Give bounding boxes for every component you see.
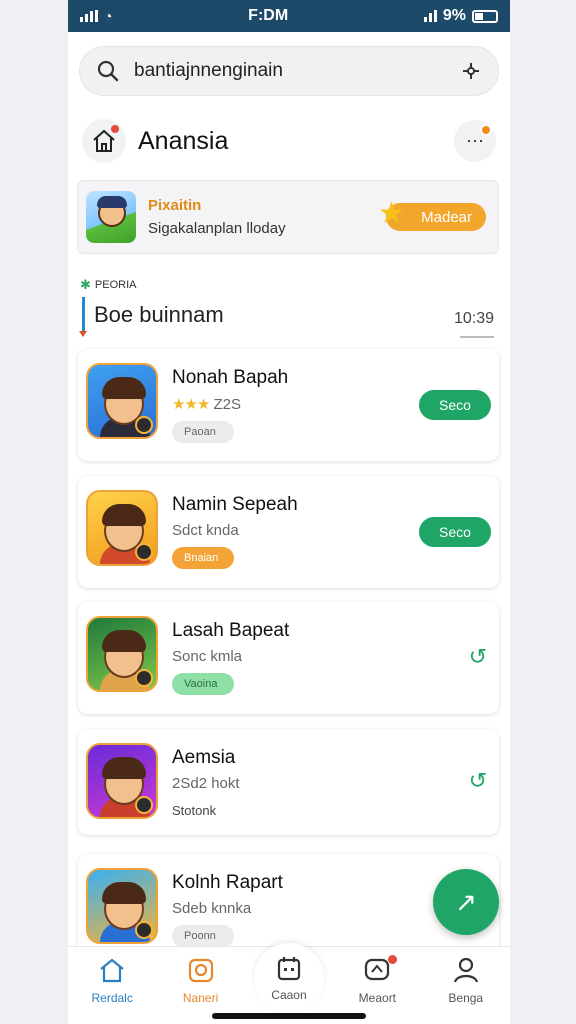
- app-icon: [86, 363, 158, 439]
- promo-banner[interactable]: Pixaitin Sigakalanplan lloday ★ Madear: [77, 180, 499, 254]
- search-icon: [97, 60, 119, 82]
- nav-label: Benga: [448, 991, 484, 1005]
- nav-label: Caaon: [271, 988, 307, 1002]
- voice-icon[interactable]: [460, 60, 482, 82]
- nav-item-home[interactable]: Rerdalc: [72, 947, 152, 1024]
- nav-label: Meaort: [358, 991, 397, 1005]
- section-time: 10:39: [453, 310, 494, 327]
- promo-button[interactable]: ★ Madear: [378, 199, 486, 231]
- app-subtitle-text: Sdct knda: [172, 522, 239, 539]
- app-info: Aemsia 2Sd2 hokt Stotonk: [172, 743, 491, 822]
- app-badge-icon: [135, 669, 153, 687]
- nav-label: Naneri: [182, 991, 219, 1005]
- signal-icon: [80, 10, 98, 22]
- app-card[interactable]: Lasah Bapeat Sonc kmla Vaoina ↺: [78, 602, 499, 714]
- edit-icon: ↗: [455, 886, 477, 917]
- character-hair: [102, 882, 146, 904]
- status-chip: Stotonk: [172, 803, 217, 818]
- app-name: Aemsia: [172, 747, 236, 768]
- page-title: Anansia: [138, 126, 229, 155]
- section-tag: ✱ PEORIA: [80, 277, 136, 293]
- app-card[interactable]: Namin Sepeah Sdct knda Bnaian Seco: [78, 476, 499, 588]
- open-icon[interactable]: ↺: [469, 644, 487, 670]
- promo-button-label: Madear: [421, 208, 472, 226]
- rating-stars: ★★★: [172, 396, 210, 413]
- signal-icon: [423, 10, 437, 22]
- app-badge-icon: [135, 921, 153, 939]
- status-left: ◔: [80, 8, 112, 24]
- promo-text: Pixaitin Sigakalanplan lloday: [148, 197, 386, 237]
- app-info: Lasah Bapeat Sonc kmla Vaoina: [172, 616, 491, 695]
- status-chip: Paoan: [172, 421, 234, 443]
- app-name: Namin Sepeah: [172, 494, 298, 515]
- wifi-icon: ◔: [104, 8, 113, 24]
- open-icon[interactable]: ↺: [469, 768, 487, 794]
- search-input[interactable]: [134, 60, 460, 82]
- section-title: Boe buinnam: [94, 302, 224, 327]
- camera-icon: [188, 958, 213, 983]
- more-button[interactable]: ⋯: [454, 120, 496, 162]
- app-icon: [86, 868, 158, 944]
- app-card[interactable]: Nonah Bapah ★★★ Z2S Paoan Seco: [78, 349, 499, 461]
- star-icon: ★: [378, 197, 405, 230]
- app-subtitle-text: Sonc kmla: [172, 648, 243, 665]
- floating-action-button[interactable]: ↗: [433, 869, 499, 935]
- app-subtitle-text: Sdeb knnka: [172, 900, 252, 917]
- app-badge-icon: [135, 543, 153, 561]
- battery-icon: [471, 9, 498, 23]
- app-subtitle-text: Z2S: [213, 396, 242, 413]
- status-center-text: F:DM: [248, 7, 289, 24]
- install-button[interactable]: Seco: [419, 390, 491, 420]
- app-badge-icon: [135, 796, 153, 814]
- nav-item-profile[interactable]: Benga: [426, 947, 506, 1024]
- app-icon: [86, 616, 158, 692]
- center-nav-button[interactable]: Caaon: [253, 943, 324, 1013]
- app-badge-icon: [135, 416, 153, 434]
- app-subtitle-text: 2Sd2 hokt: [172, 775, 240, 792]
- home-indicator: [212, 1013, 366, 1019]
- promo-avatar: [86, 191, 136, 243]
- character-hair: [102, 757, 146, 779]
- character-hair: [102, 630, 146, 652]
- leaf-icon: ✱: [80, 277, 91, 292]
- app-name: Lasah Bapeat: [172, 620, 290, 641]
- home-icon: [100, 958, 124, 983]
- status-chip: Vaoina: [172, 673, 234, 695]
- battery-percent: 9%: [442, 7, 466, 24]
- notification-dot: [480, 124, 492, 136]
- home-button[interactable]: [82, 119, 126, 163]
- notification-dot: [388, 955, 398, 964]
- profile-icon: [453, 957, 478, 983]
- install-button[interactable]: Seco: [419, 517, 491, 547]
- section-tag-label: PEORIA: [94, 279, 137, 291]
- divider: [460, 336, 494, 338]
- app-subtitle: 2Sd2 hokt: [172, 775, 491, 792]
- app-name: Nonah Bapah: [172, 367, 289, 388]
- character-hair: [102, 504, 146, 526]
- search-bar[interactable]: [79, 46, 499, 96]
- section-marker: [79, 297, 87, 337]
- calendar-icon: [277, 957, 301, 981]
- app-subtitle: Sonc kmla: [172, 648, 491, 665]
- promo-title: Pixaitin: [148, 197, 202, 214]
- app-card[interactable]: Aemsia 2Sd2 hokt Stotonk ↺: [78, 729, 499, 835]
- character-hair: [102, 377, 146, 399]
- page-header: Anansia ⋯: [82, 117, 496, 165]
- status-chip: Bnaian: [172, 547, 234, 569]
- app-icon: [86, 743, 158, 819]
- promo-subtitle: Sigakalanplan lloday: [148, 220, 286, 237]
- status-bar: ◔ F:DM 9%: [68, 0, 510, 32]
- app-icon: [86, 490, 158, 566]
- notification-dot: [111, 125, 119, 133]
- nav-label: Rerdalc: [91, 991, 133, 1005]
- status-chip: Poonn: [172, 925, 234, 947]
- status-right: 9%: [423, 7, 498, 25]
- phone-screen: ◔ F:DM 9% Anansia ⋯ Pixaitin Siga: [68, 0, 510, 1024]
